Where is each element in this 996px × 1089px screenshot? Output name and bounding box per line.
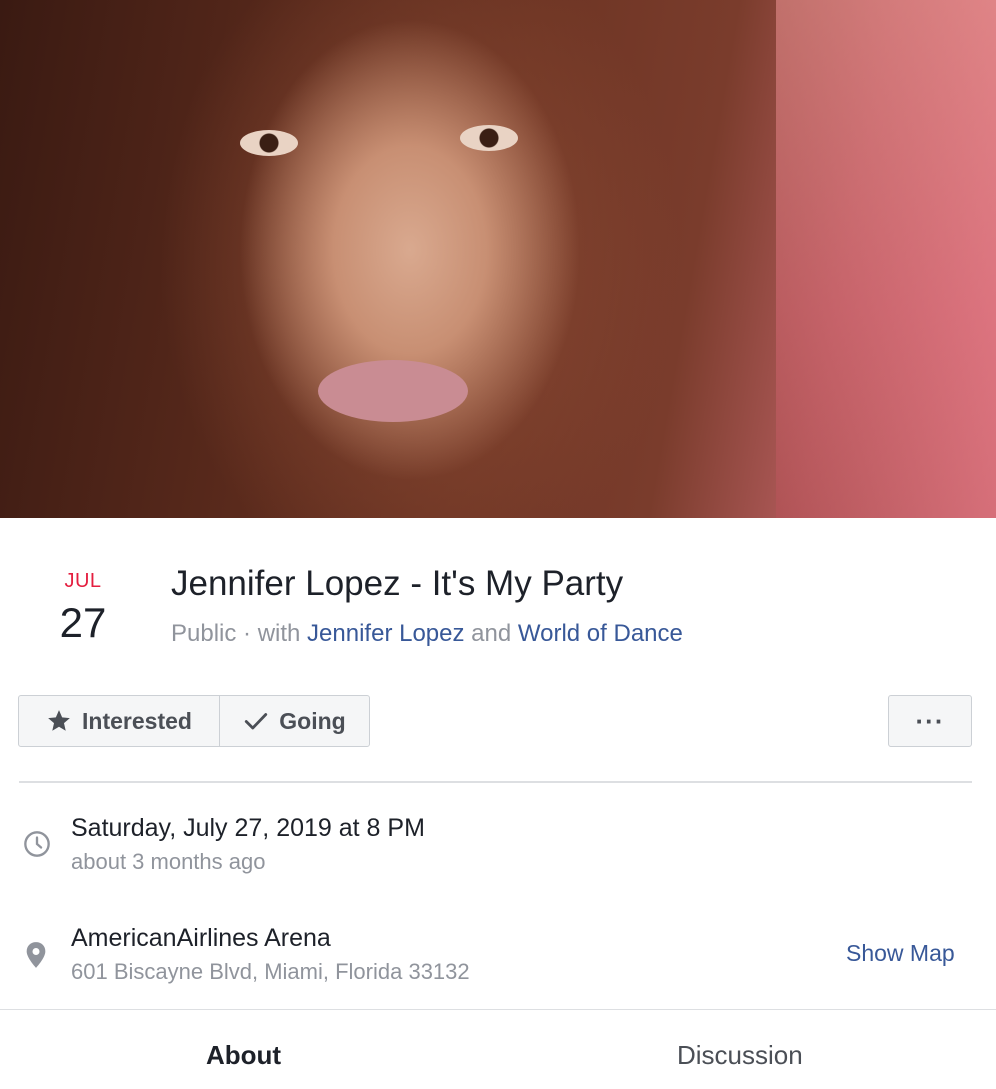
event-cover-photo[interactable] — [0, 0, 996, 518]
cover-eye-left — [240, 130, 298, 156]
going-label: Going — [279, 707, 346, 734]
interested-button[interactable]: Interested — [18, 695, 220, 747]
event-month: JUL — [64, 570, 102, 592]
check-icon — [245, 713, 268, 730]
interested-label: Interested — [82, 707, 192, 734]
cover-background-glow — [776, 0, 996, 518]
event-privacy: Public · with — [171, 620, 308, 647]
event-relative-time: about 3 months ago — [71, 849, 266, 874]
event-address: 601 Biscayne Blvd, Miami, Florida 33132 — [71, 959, 470, 984]
more-options-icon: ··· — [915, 705, 945, 736]
star-icon — [48, 710, 70, 731]
host-link-jennifer-lopez[interactable]: Jennifer Lopez — [307, 620, 464, 647]
tabs-divider — [0, 1009, 996, 1010]
event-datetime: Saturday, July 27, 2019 at 8 PM — [71, 814, 425, 842]
tab-about[interactable]: About — [206, 1040, 281, 1071]
event-day: 27 — [59, 599, 107, 646]
host-joiner: and — [464, 620, 518, 647]
event-venue[interactable]: AmericanAirlines Arena — [71, 924, 331, 953]
show-map-link[interactable]: Show Map — [846, 940, 955, 967]
host-link-world-of-dance[interactable]: World of Dance — [518, 620, 683, 647]
going-button[interactable]: Going — [219, 695, 370, 747]
event-subline: Public · with Jennifer Lopez and World o… — [171, 620, 683, 648]
section-divider — [19, 781, 972, 783]
location-pin-icon — [26, 942, 46, 968]
tab-discussion[interactable]: Discussion — [677, 1040, 803, 1071]
cover-eye-right — [460, 125, 518, 151]
cover-lips — [318, 360, 468, 422]
event-date-badge: JUL 27 — [38, 570, 128, 647]
event-title: Jennifer Lopez - It's My Party — [171, 564, 624, 603]
more-options-button[interactable]: ··· — [888, 695, 972, 747]
clock-icon — [24, 831, 50, 857]
